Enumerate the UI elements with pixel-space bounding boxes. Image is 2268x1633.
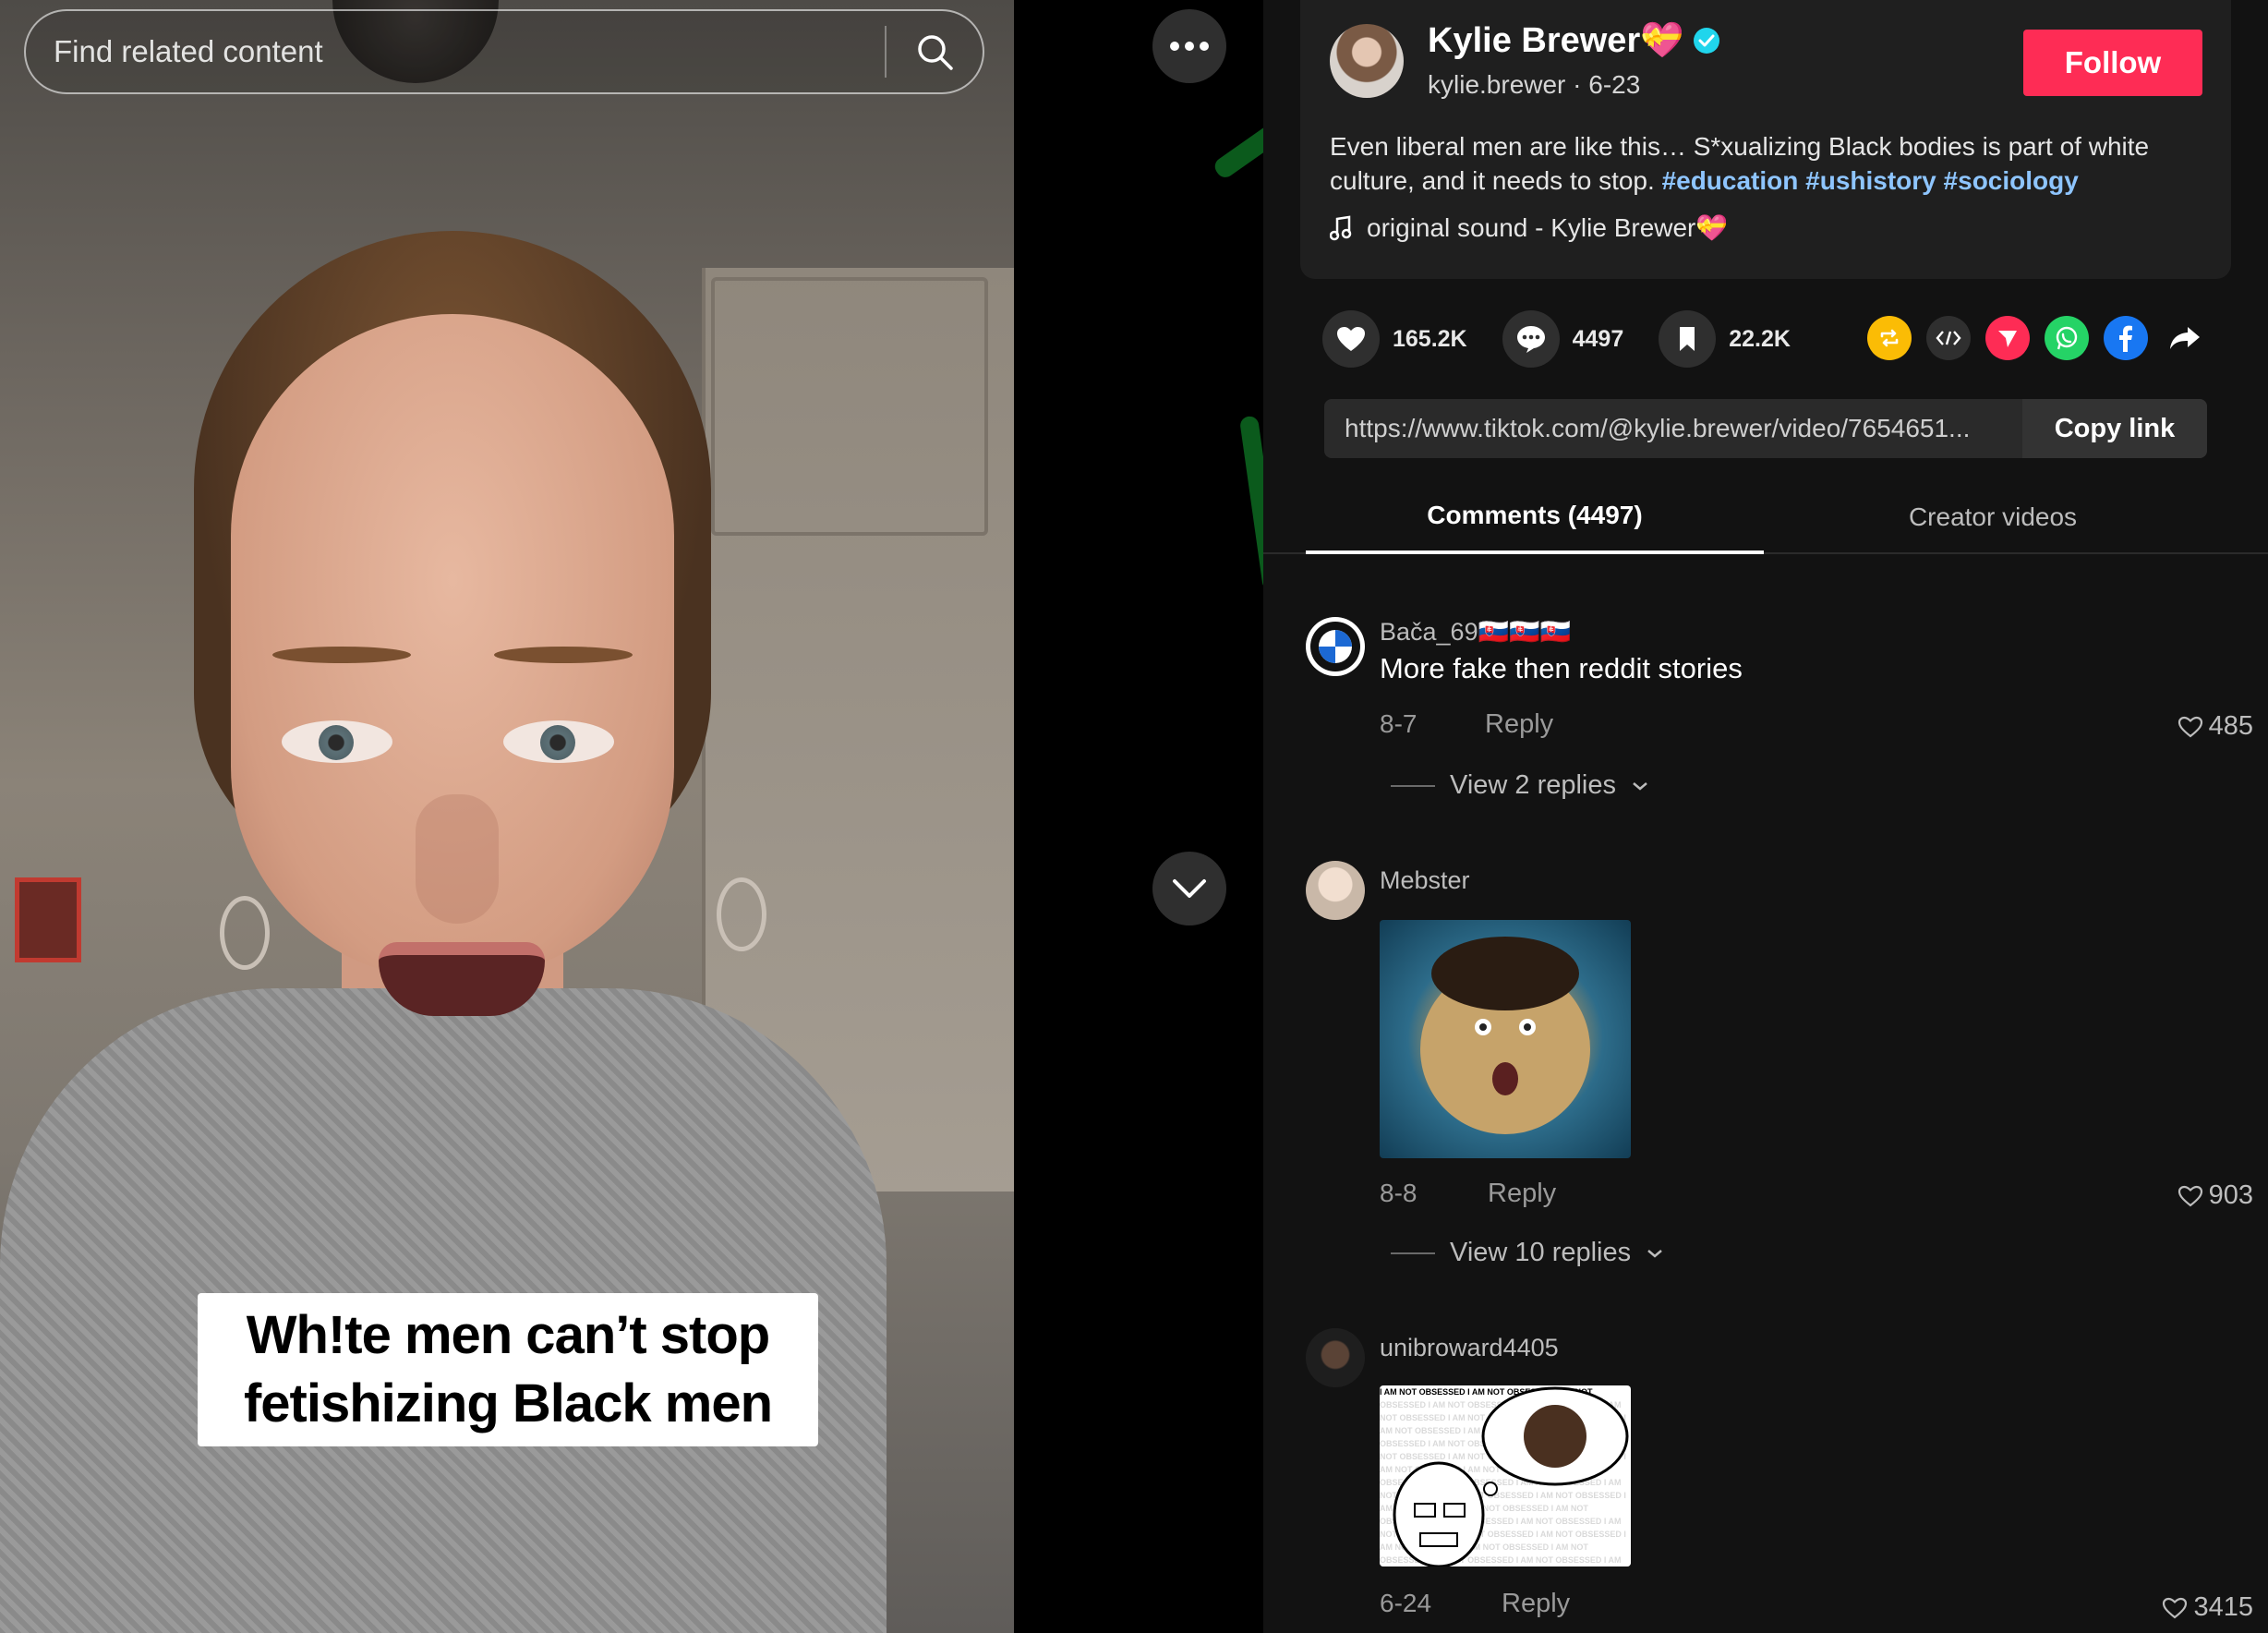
music-note-icon bbox=[1330, 215, 1352, 240]
send-icon[interactable] bbox=[1985, 316, 2030, 360]
wall-picture bbox=[15, 877, 81, 962]
view-replies-button[interactable]: View 2 replies bbox=[1391, 770, 1649, 801]
hashtag-link[interactable]: #education bbox=[1662, 166, 1799, 195]
heart-outline-icon bbox=[2178, 1185, 2202, 1206]
commenter-avatar[interactable] bbox=[1306, 617, 1365, 676]
repost-icon[interactable] bbox=[1867, 316, 1912, 360]
video-link-box: https://www.tiktok.com/@kylie.brewer/vid… bbox=[1324, 399, 2207, 458]
bookmark-icon[interactable] bbox=[1659, 310, 1717, 368]
reply-button[interactable]: Reply bbox=[1502, 1589, 1570, 1619]
video-info-card: Kylie Brewer💝 kylie.brewer · 6-23 Follow… bbox=[1300, 0, 2231, 279]
chevron-down-icon bbox=[1633, 781, 1647, 791]
chevron-down-icon bbox=[1647, 1249, 1662, 1258]
comment-date: 8-8 bbox=[1380, 1179, 1418, 1207]
follow-button[interactable]: Follow bbox=[2023, 30, 2202, 96]
hashtag-link[interactable]: #sociology bbox=[1944, 166, 2079, 195]
save-action[interactable]: 22.2K bbox=[1659, 310, 1791, 368]
comment-text: More fake then reddit stories bbox=[1380, 652, 1743, 684]
comment-item: Bača_69🇸🇰🇸🇰🇸🇰 More fake then reddit stor… bbox=[1306, 617, 2266, 811]
sound-link[interactable]: original sound - Kylie Brewer💝 bbox=[1330, 212, 1728, 243]
whatsapp-icon[interactable] bbox=[2045, 316, 2089, 360]
heart-outline-icon bbox=[2178, 716, 2202, 737]
panel-tabs: Comments (4497) Creator videos bbox=[1263, 480, 2268, 554]
pufferfish-meme-image bbox=[1420, 937, 1590, 1134]
comment-image[interactable]: I AM NOT OBSESSED I AM NOT OBSESSED I AM… bbox=[1380, 1385, 1631, 1566]
share-icons bbox=[1867, 316, 2207, 360]
save-count: 22.2K bbox=[1729, 325, 1791, 352]
wojak-meme-image bbox=[1380, 1386, 1631, 1566]
comment-like-count: 3415 bbox=[2193, 1592, 2253, 1622]
video-caption: Wh!te men can’t stop fetishizing Black m… bbox=[198, 1293, 818, 1446]
comment-like-count: 485 bbox=[2208, 711, 2253, 741]
comment-date: 8-7 bbox=[1380, 709, 1418, 738]
engagement-actions: 165.2K 4497 22.2K bbox=[1322, 310, 1826, 368]
embed-icon[interactable] bbox=[1926, 316, 1971, 360]
share-arrow-icon[interactable] bbox=[2163, 316, 2207, 360]
video-link-url[interactable]: https://www.tiktok.com/@kylie.brewer/vid… bbox=[1324, 414, 2022, 443]
comment-username[interactable]: Mebster bbox=[1380, 866, 1470, 895]
comment-item: unibroward4405 I AM NOT OBSESSED I AM NO… bbox=[1306, 1328, 2266, 1633]
reply-button[interactable]: Reply bbox=[1488, 1179, 1556, 1209]
comment-username[interactable]: Bača_69🇸🇰🇸🇰🇸🇰 bbox=[1380, 617, 1571, 647]
more-options-button[interactable] bbox=[1152, 9, 1226, 83]
search-icon[interactable] bbox=[887, 9, 983, 94]
hashtag-link[interactable]: #ushistory bbox=[1805, 166, 1936, 195]
comment-item: Mebster 8-8 Reply 903 View 10 replies bbox=[1306, 861, 2266, 1267]
creator-avatar[interactable] bbox=[1330, 24, 1404, 98]
comment-like-count: 903 bbox=[2208, 1180, 2253, 1210]
commenter-avatar[interactable] bbox=[1306, 1328, 1365, 1387]
search-bar[interactable]: Find related content bbox=[24, 9, 984, 94]
comment-like-button[interactable]: 3415 bbox=[2162, 1592, 2253, 1623]
comment-action[interactable]: 4497 bbox=[1502, 310, 1624, 368]
heart-outline-icon bbox=[2163, 1597, 2188, 1618]
video-player[interactable]: Wh!te men can’t stop fetishizing Black m… bbox=[0, 0, 1014, 1633]
comment-like-button[interactable]: 903 bbox=[2178, 1180, 2253, 1211]
details-panel: Kylie Brewer💝 kylie.brewer · 6-23 Follow… bbox=[1263, 0, 2268, 1633]
caption-line-1: Wh!te men can’t stop bbox=[246, 1305, 770, 1365]
view-replies-button[interactable]: View 10 replies bbox=[1391, 1238, 1664, 1268]
tab-creator-videos[interactable]: Creator videos bbox=[1764, 480, 2222, 554]
verified-icon bbox=[1693, 28, 1719, 54]
comment-like-button[interactable]: 485 bbox=[2178, 711, 2253, 742]
comment-count: 4497 bbox=[1572, 325, 1624, 352]
facebook-icon[interactable] bbox=[2104, 316, 2148, 360]
bmw-logo-icon bbox=[1310, 622, 1360, 671]
caption-line-2: fetishizing Black men bbox=[243, 1373, 773, 1433]
comment-bubble-icon[interactable] bbox=[1502, 310, 1560, 368]
next-video-button[interactable] bbox=[1152, 852, 1226, 925]
comment-username[interactable]: unibroward4405 bbox=[1380, 1334, 1559, 1362]
commenter-avatar[interactable] bbox=[1306, 861, 1365, 920]
tab-comments[interactable]: Comments (4497) bbox=[1306, 480, 1764, 554]
chevron-down-icon bbox=[1173, 879, 1206, 898]
creator-name[interactable]: Kylie Brewer💝 bbox=[1428, 20, 1719, 61]
heart-icon[interactable] bbox=[1322, 310, 1380, 368]
like-action[interactable]: 165.2K bbox=[1322, 310, 1467, 368]
reply-button[interactable]: Reply bbox=[1485, 709, 1553, 740]
creator-handle-date: kylie.brewer · 6-23 bbox=[1428, 70, 1641, 99]
navigation-strip bbox=[1014, 0, 1263, 1633]
more-icon bbox=[1170, 42, 1209, 51]
comment-image[interactable] bbox=[1380, 920, 1631, 1158]
copy-link-button[interactable]: Copy link bbox=[2022, 399, 2207, 458]
video-description: Even liberal men are like this… S*xualiz… bbox=[1330, 132, 2150, 195]
like-count: 165.2K bbox=[1393, 325, 1467, 352]
comment-date: 6-24 bbox=[1380, 1589, 1432, 1617]
search-input[interactable]: Find related content bbox=[26, 34, 885, 69]
